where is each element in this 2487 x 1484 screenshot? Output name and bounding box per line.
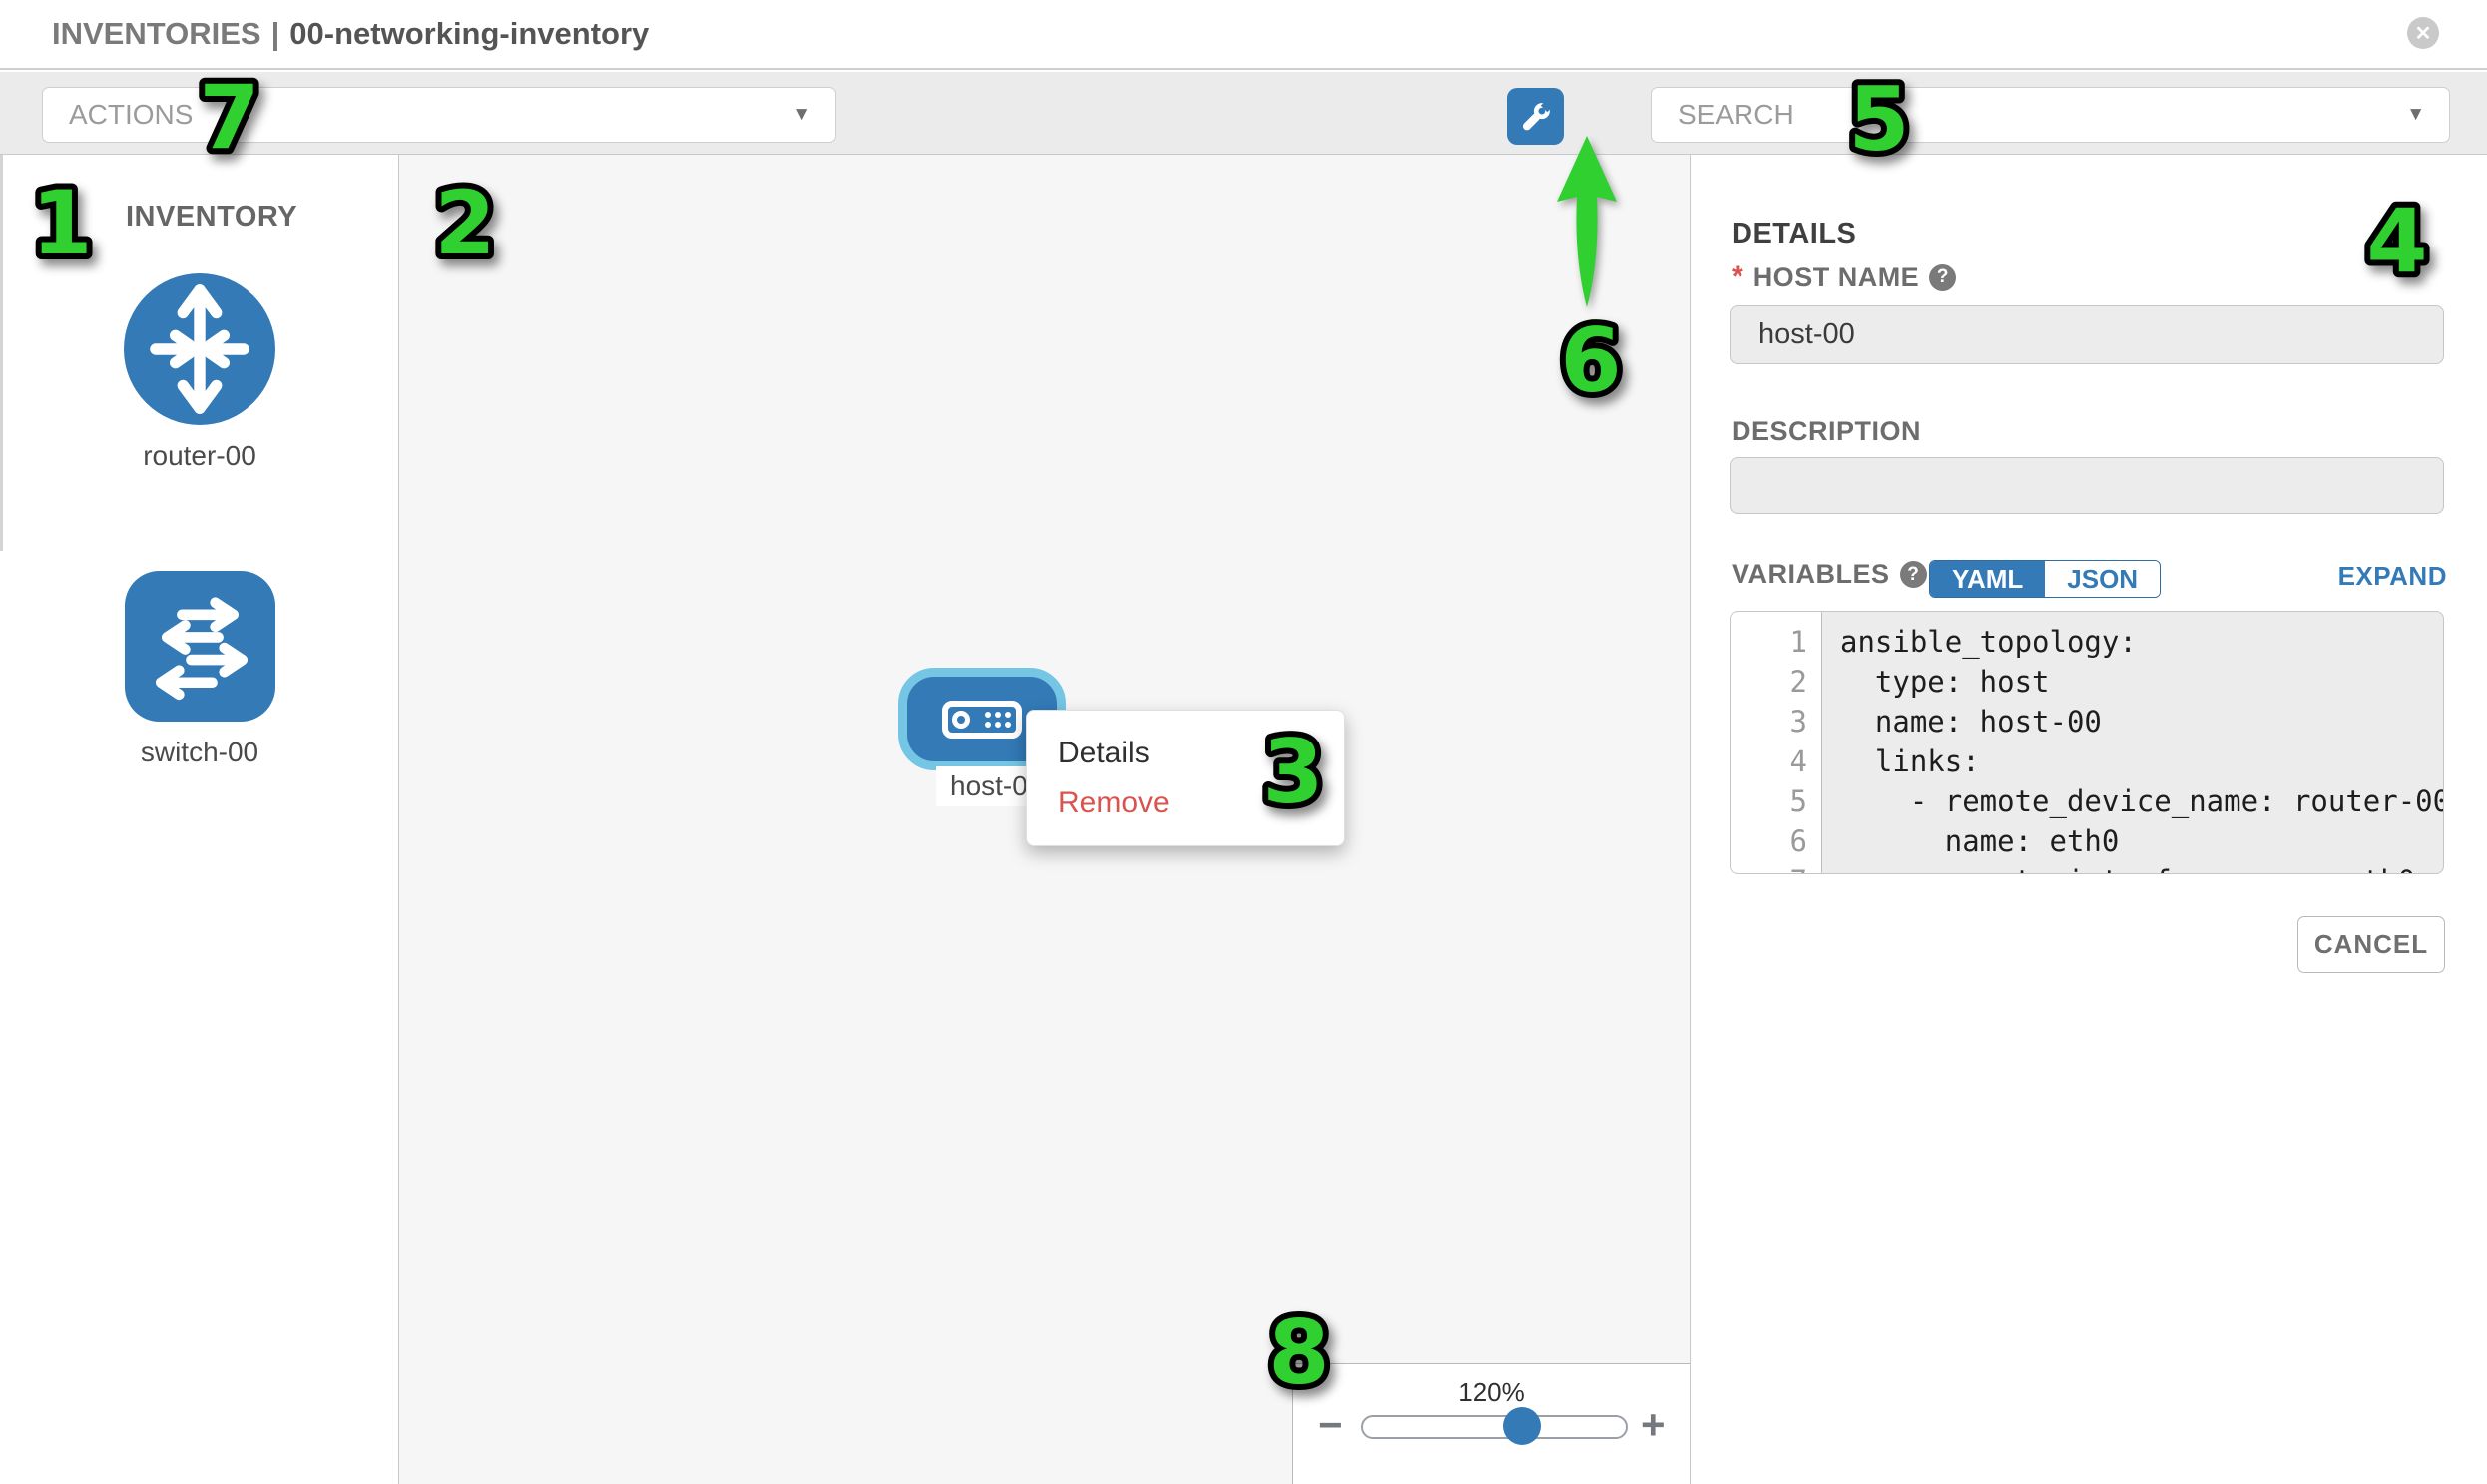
context-menu-remove[interactable]: Remove: [1027, 778, 1344, 828]
configure-tools-button[interactable]: [1507, 88, 1564, 145]
line-number: 3: [1731, 702, 1821, 742]
zoom-out-button[interactable]: −: [1318, 1404, 1343, 1446]
palette-item-router[interactable]: router-00: [0, 273, 399, 472]
chevron-down-icon: ▼: [792, 104, 811, 126]
variables-format-toggle: YAML JSON: [1929, 560, 2161, 598]
actions-dropdown-label: ACTIONS: [69, 99, 193, 131]
host-name-label-row: * HOST NAME ?: [1732, 260, 1956, 294]
switch-icon: [125, 571, 275, 722]
help-icon[interactable]: ?: [1929, 264, 1956, 291]
breadcrumb-separator: |: [271, 16, 280, 51]
topology-canvas[interactable]: host-00 Details Remove 120% − +: [399, 155, 1691, 1484]
toolbar: ACTIONS ▼ SEARCH ▼: [0, 72, 2487, 155]
code-line: remote_interface_name: eth0: [1840, 861, 2444, 874]
line-number: 7: [1731, 861, 1821, 874]
line-number: 2: [1731, 662, 1821, 702]
context-menu-details[interactable]: Details: [1027, 729, 1344, 778]
inventory-topology-app: INVENTORIES | 00-networking-inventory ✕ AC…: [0, 0, 2487, 1484]
palette-item-switch[interactable]: switch-00: [0, 571, 399, 768]
breadcrumb-item: 00-networking-inventory: [289, 16, 649, 51]
actions-dropdown[interactable]: ACTIONS ▼: [42, 87, 836, 143]
palette-item-label: switch-00: [0, 737, 399, 768]
code-line: - remote_device_name: router-00: [1840, 781, 2444, 821]
line-number: 1: [1731, 622, 1821, 662]
code-editor-gutter: 1 2 3 4 5 6 7: [1731, 612, 1822, 873]
host-name-value: host-00: [1758, 318, 1855, 351]
zoom-slider-track[interactable]: [1361, 1415, 1628, 1439]
help-icon[interactable]: ?: [1900, 561, 1927, 588]
breadcrumb-section: INVENTORIES: [52, 16, 261, 51]
expand-link[interactable]: EXPAND: [2338, 561, 2447, 592]
required-marker: *: [1732, 260, 1743, 294]
search-dropdown[interactable]: SEARCH ▼: [1651, 87, 2450, 143]
details-panel: DETAILS * HOST NAME ? host-00 DESCRIPTIO…: [1692, 155, 2487, 1484]
code-line: ansible_topology:: [1840, 622, 2444, 662]
zoom-control-panel: 120% − +: [1292, 1363, 1690, 1484]
line-number: 6: [1731, 821, 1821, 861]
page-header: INVENTORIES | 00-networking-inventory ✕: [0, 0, 2487, 70]
line-number: 5: [1731, 781, 1821, 821]
router-icon: [124, 273, 275, 425]
code-line: name: host-00: [1840, 702, 2444, 742]
close-icon[interactable]: ✕: [2407, 17, 2439, 49]
description-label-row: DESCRIPTION: [1732, 416, 1921, 447]
palette-item-label: router-00: [0, 440, 399, 472]
cancel-button[interactable]: CANCEL: [2297, 916, 2445, 973]
description-field[interactable]: [1730, 457, 2444, 514]
variables-label: VARIABLES: [1732, 559, 1890, 590]
wrench-icon: [1515, 96, 1557, 138]
zoom-level-value: 120%: [1293, 1377, 1690, 1408]
inventory-sidebar: INVENTORY router-00: [0, 155, 399, 1484]
code-line: type: host: [1840, 662, 2444, 702]
sidebar-heading: INVENTORY: [126, 201, 297, 234]
toggle-yaml[interactable]: YAML: [1930, 561, 2045, 597]
search-dropdown-label: SEARCH: [1678, 99, 1794, 131]
server-icon: [942, 698, 1022, 742]
code-line: name: eth0: [1840, 821, 2444, 861]
code-editor-content[interactable]: ansible_topology: type: host name: host-…: [1822, 612, 2444, 873]
line-number: 4: [1731, 742, 1821, 781]
node-context-menu: Details Remove: [1026, 710, 1345, 846]
description-label: DESCRIPTION: [1732, 416, 1921, 447]
variables-code-editor: 1 2 3 4 5 6 7 ansible_topology: type: ho…: [1730, 611, 2444, 874]
zoom-in-button[interactable]: +: [1641, 1404, 1666, 1446]
host-name-label: HOST NAME: [1753, 262, 1920, 293]
host-name-field[interactable]: host-00: [1730, 305, 2444, 364]
chevron-down-icon: ▼: [2406, 104, 2425, 126]
variables-label-row: VARIABLES ?: [1732, 559, 1927, 590]
zoom-slider-handle[interactable]: [1503, 1407, 1541, 1445]
code-line: links:: [1840, 742, 2444, 781]
toggle-json[interactable]: JSON: [2045, 561, 2160, 597]
details-heading: DETAILS: [1732, 218, 1856, 250]
page-title: INVENTORIES | 00-networking-inventory: [52, 16, 649, 52]
